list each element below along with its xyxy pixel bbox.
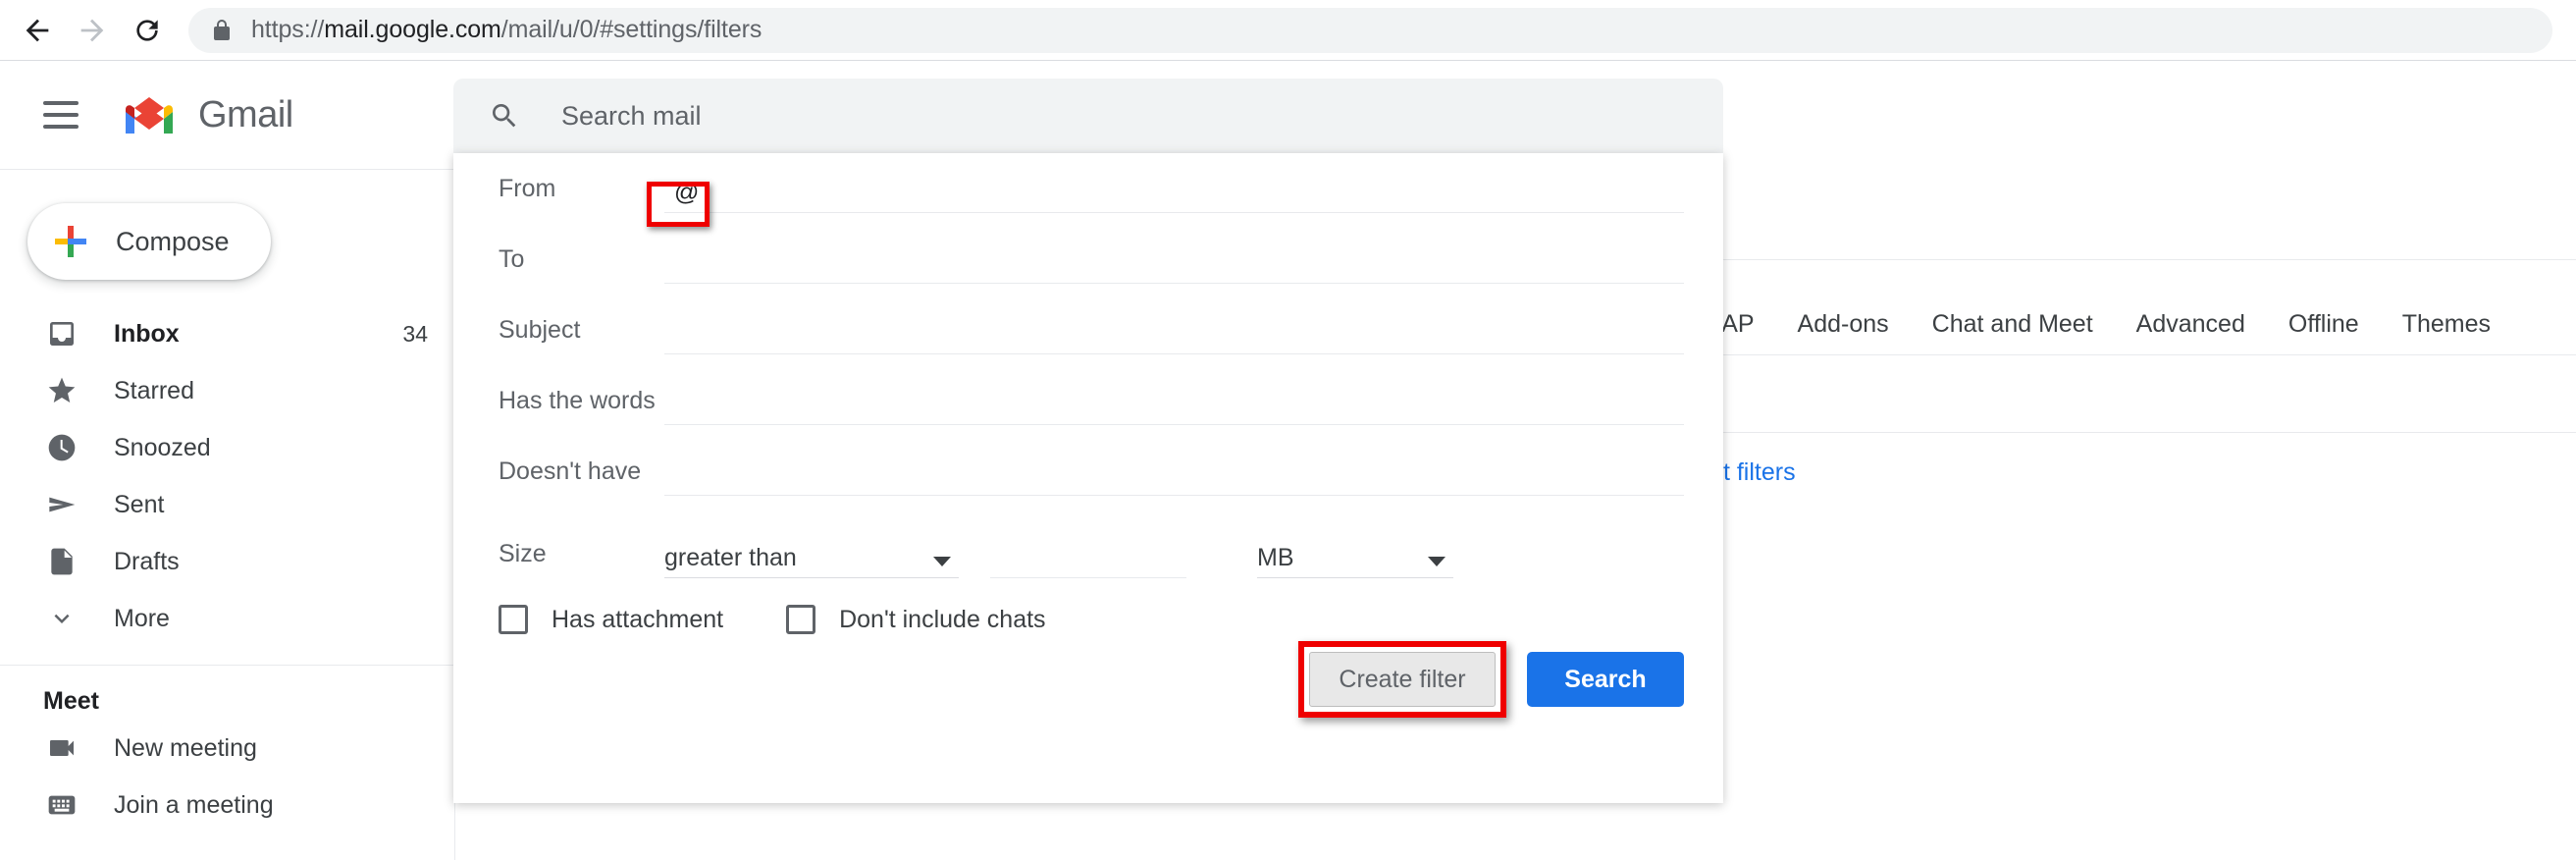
tab-offline[interactable]: Offline: [2288, 310, 2359, 339]
browser-toolbar: https://mail.google.com/mail/u/0/#settin…: [0, 0, 2576, 61]
create-filter-button[interactable]: Create filter: [1309, 652, 1496, 707]
sidebar-item-label: Join a meeting: [114, 791, 428, 820]
video-camera-icon: [43, 729, 80, 767]
size-amount-input[interactable]: [990, 529, 1186, 578]
plus-icon: [53, 224, 88, 259]
has-attachment-label: Has attachment: [552, 606, 723, 634]
filter-field-doesnt-have: Doesn't have: [453, 436, 1723, 507]
sidebar-item-label: Drafts: [114, 548, 428, 576]
filter-field-from: From @: [453, 153, 1723, 224]
search-button[interactable]: Search: [1527, 652, 1684, 707]
search-input[interactable]: Search mail: [561, 101, 702, 132]
size-unit-select[interactable]: MB: [1257, 529, 1453, 578]
sidebar-item-label: More: [114, 605, 428, 633]
field-underline: [664, 424, 1684, 425]
tab-add-ons[interactable]: Add-ons: [1798, 310, 1889, 339]
dont-include-chats-checkbox-group[interactable]: Don't include chats: [786, 605, 1045, 634]
sidebar-divider: [0, 665, 453, 666]
sidebar-item-label: Sent: [114, 491, 428, 519]
sidebar-item-new-meeting[interactable]: New meeting: [0, 720, 453, 777]
tab-themes[interactable]: Themes: [2402, 310, 2491, 339]
field-underline: [664, 283, 1684, 284]
sidebar-item-snoozed[interactable]: Snoozed: [0, 419, 453, 476]
sidebar-item-sent[interactable]: Sent: [0, 476, 453, 533]
select-underline: [1257, 577, 1453, 578]
reload-icon[interactable]: [120, 3, 175, 58]
size-comparator-value: greater than: [664, 544, 797, 578]
dont-include-chats-label: Don't include chats: [839, 606, 1045, 634]
from-field-highlight-box: [647, 182, 710, 227]
sidebar-item-label: Snoozed: [114, 434, 428, 462]
doesnt-have-input-wrap[interactable]: [664, 447, 1684, 496]
send-icon: [43, 486, 80, 523]
inbox-icon: [43, 315, 80, 352]
forward-arrow-icon[interactable]: [65, 3, 120, 58]
sidebar-item-join-meeting[interactable]: Join a meeting: [0, 777, 453, 833]
chevron-down-icon: [1428, 557, 1446, 566]
search-bar[interactable]: Search mail: [453, 79, 1723, 153]
compose-label: Compose: [116, 227, 230, 257]
filter-field-to: To: [453, 224, 1723, 295]
sidebar-item-label: Inbox: [114, 320, 402, 349]
field-underline: [990, 577, 1186, 578]
meet-section-title: Meet: [43, 687, 453, 716]
field-underline: [664, 212, 1684, 213]
subject-input-wrap[interactable]: [664, 305, 1684, 354]
chevron-down-icon: [933, 557, 951, 566]
chevron-down-icon: [43, 600, 80, 637]
url-text: https://mail.google.com/mail/u/0/#settin…: [251, 16, 762, 44]
clock-icon: [43, 429, 80, 466]
field-underline: [664, 353, 1684, 354]
field-label-from: From: [453, 175, 664, 203]
field-label-doesnt-have: Doesn't have: [453, 457, 664, 486]
create-filter-wrap: Create filter: [1309, 652, 1496, 707]
field-label-size: Size: [453, 540, 664, 568]
filter-dialog-actions: Create filter Search: [1309, 652, 1684, 707]
keyboard-icon: [43, 786, 80, 824]
sidebar: Compose Inbox 34 Starred Snoozed: [0, 169, 453, 860]
inbox-unread-count: 34: [402, 321, 428, 348]
star-icon: [43, 372, 80, 409]
field-label-to: To: [453, 245, 664, 274]
search-icon: [489, 100, 520, 132]
size-comparator-select[interactable]: greater than: [664, 529, 959, 578]
search-filter-dialog: From @ To Subject Has the words Doesn't …: [453, 153, 1723, 803]
sidebar-item-drafts[interactable]: Drafts: [0, 533, 453, 590]
to-input-wrap[interactable]: [664, 235, 1684, 284]
filter-field-size: Size greater than MB: [453, 518, 1723, 589]
sidebar-nav-list: Inbox 34 Starred Snoozed Sent Draf: [0, 305, 453, 647]
field-label-has-the-words: Has the words: [453, 387, 664, 415]
gmail-logo-icon: [122, 94, 177, 135]
field-underline: [664, 495, 1684, 496]
sidebar-item-inbox[interactable]: Inbox 34: [0, 305, 453, 362]
has-the-words-input-wrap[interactable]: [664, 376, 1684, 425]
select-underline: [664, 577, 959, 578]
filter-field-has-the-words: Has the words: [453, 365, 1723, 436]
sidebar-item-more[interactable]: More: [0, 590, 453, 647]
hamburger-menu-icon[interactable]: [22, 76, 100, 154]
sidebar-item-starred[interactable]: Starred: [0, 362, 453, 419]
sidebar-item-label: Starred: [114, 377, 428, 405]
document-icon: [43, 543, 80, 580]
tab-advanced[interactable]: Advanced: [2136, 310, 2245, 339]
compose-button[interactable]: Compose: [27, 203, 271, 280]
size-unit-value: MB: [1257, 544, 1294, 578]
gmail-wordmark: Gmail: [198, 94, 293, 136]
gmail-brand[interactable]: Gmail: [122, 94, 293, 136]
tab-chat-and-meet[interactable]: Chat and Meet: [1932, 310, 2093, 339]
has-attachment-checkbox[interactable]: [499, 605, 528, 634]
has-attachment-checkbox-group[interactable]: Has attachment: [499, 605, 723, 634]
filter-checkbox-row: Has attachment Don't include chats: [499, 605, 1046, 634]
sidebar-item-label: New meeting: [114, 734, 428, 763]
lock-icon: [210, 19, 234, 42]
back-arrow-icon[interactable]: [10, 3, 65, 58]
filter-field-subject: Subject: [453, 295, 1723, 365]
from-input-wrap[interactable]: @: [664, 164, 1684, 213]
dont-include-chats-checkbox[interactable]: [786, 605, 815, 634]
field-label-subject: Subject: [453, 316, 664, 345]
address-bar[interactable]: https://mail.google.com/mail/u/0/#settin…: [188, 8, 2552, 53]
